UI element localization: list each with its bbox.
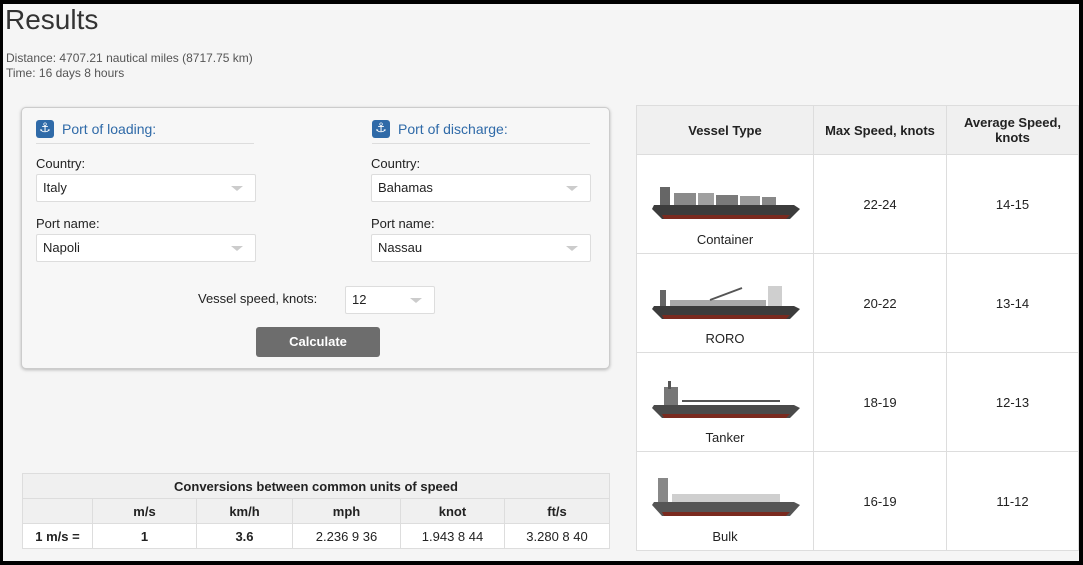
table-row: Tanker 18-19 12-13 [636, 352, 1079, 452]
vessel-cell: RORO [636, 253, 814, 353]
table-row: Bulk 16-19 11-12 [636, 451, 1079, 551]
conversion-cell: 3.280 8 40 [504, 523, 610, 549]
max-speed-header: Max Speed, knots [813, 105, 947, 155]
chevron-down-icon [566, 246, 578, 251]
conversion-header: mph [292, 498, 401, 524]
discharge-section-header: ⚓ Port of discharge: [372, 120, 590, 144]
conversion-cell: 1.943 8 44 [400, 523, 505, 549]
discharge-port-select[interactable]: Nassau [371, 234, 591, 262]
max-speed-cell: 22-24 [813, 154, 947, 254]
vessel-cell: Bulk [636, 451, 814, 551]
discharge-country-value: Bahamas [378, 180, 433, 195]
chevron-down-icon [231, 186, 243, 191]
page: Results Distance: 4707.21 nautical miles… [3, 4, 1079, 561]
conversion-header: ft/s [504, 498, 610, 524]
max-speed-cell: 20-22 [813, 253, 947, 353]
tanker-ship-icon [652, 381, 800, 418]
anchor-icon: ⚓ [36, 120, 54, 138]
table-row: RORO 20-22 13-14 [636, 253, 1079, 353]
distance-text: Distance: 4707.21 nautical miles (8717.7… [6, 51, 253, 65]
chevron-down-icon [231, 246, 243, 251]
average-speed-cell: 14-15 [946, 154, 1079, 254]
conversion-caption: Conversions between common units of spee… [22, 473, 610, 499]
discharge-section-title: Port of discharge: [398, 121, 508, 137]
vessel-speed-select[interactable]: 12 [345, 286, 435, 314]
average-speed-header: Average Speed, knots [946, 105, 1079, 155]
loading-section-title: Port of loading: [62, 121, 157, 137]
average-speed-cell: 12-13 [946, 352, 1079, 452]
vessel-type-name: Container [696, 232, 754, 247]
vessel-type-header: Vessel Type [636, 105, 814, 155]
loading-country-label: Country: [36, 156, 86, 171]
container-ship-icon [652, 187, 800, 219]
conversion-cell: 1 m/s = [22, 523, 93, 549]
loading-port-value: Napoli [43, 240, 80, 255]
vessel-speed-label: Vessel speed, knots: [198, 291, 318, 306]
calculate-button[interactable]: Calculate [256, 327, 380, 357]
loading-section-header: ⚓ Port of loading: [36, 120, 254, 144]
bulk-ship-icon [652, 478, 800, 516]
roro-ship-icon [652, 286, 800, 319]
conversion-header: km/h [196, 498, 293, 524]
chevron-down-icon [566, 186, 578, 191]
chevron-down-icon [410, 298, 422, 303]
vessel-cell: Tanker [636, 352, 814, 452]
discharge-port-value: Nassau [378, 240, 423, 255]
average-speed-cell: 11-12 [946, 451, 1079, 551]
conversion-header [22, 498, 93, 524]
vessel-type-name: RORO [705, 331, 745, 346]
vessel-type-name: Tanker [705, 430, 745, 445]
discharge-country-label: Country: [371, 156, 421, 171]
conversion-cell: 2.236 9 36 [292, 523, 401, 549]
results-title: Results [5, 4, 99, 35]
loading-port-label: Port name: [36, 216, 100, 231]
table-row: Container 22-24 14-15 [636, 154, 1079, 254]
vessel-speed-value: 12 [352, 292, 367, 307]
loading-country-value: Italy [43, 180, 67, 195]
discharge-port-label: Port name: [371, 216, 435, 231]
conversion-cell: 3.6 [196, 523, 293, 549]
time-text: Time: 16 days 8 hours [6, 66, 125, 80]
conversion-header: m/s [92, 498, 197, 524]
conversion-header: knot [400, 498, 505, 524]
conversion-cell: 1 [92, 523, 197, 549]
max-speed-cell: 18-19 [813, 352, 947, 452]
speed-conversion-table: Conversions between common units of spee… [22, 473, 610, 549]
average-speed-cell: 13-14 [946, 253, 1079, 353]
route-form: ⚓ Port of loading: ⚓ Port of discharge: … [21, 107, 610, 369]
vessel-speed-table: Vessel Type Max Speed, knots Average Spe… [636, 105, 1079, 551]
vessel-cell: Container [636, 154, 814, 254]
max-speed-cell: 16-19 [813, 451, 947, 551]
loading-port-select[interactable]: Napoli [36, 234, 256, 262]
loading-country-select[interactable]: Italy [36, 174, 256, 202]
vessel-type-name: Bulk [712, 529, 738, 544]
anchor-icon: ⚓ [372, 120, 390, 138]
discharge-country-select[interactable]: Bahamas [371, 174, 591, 202]
